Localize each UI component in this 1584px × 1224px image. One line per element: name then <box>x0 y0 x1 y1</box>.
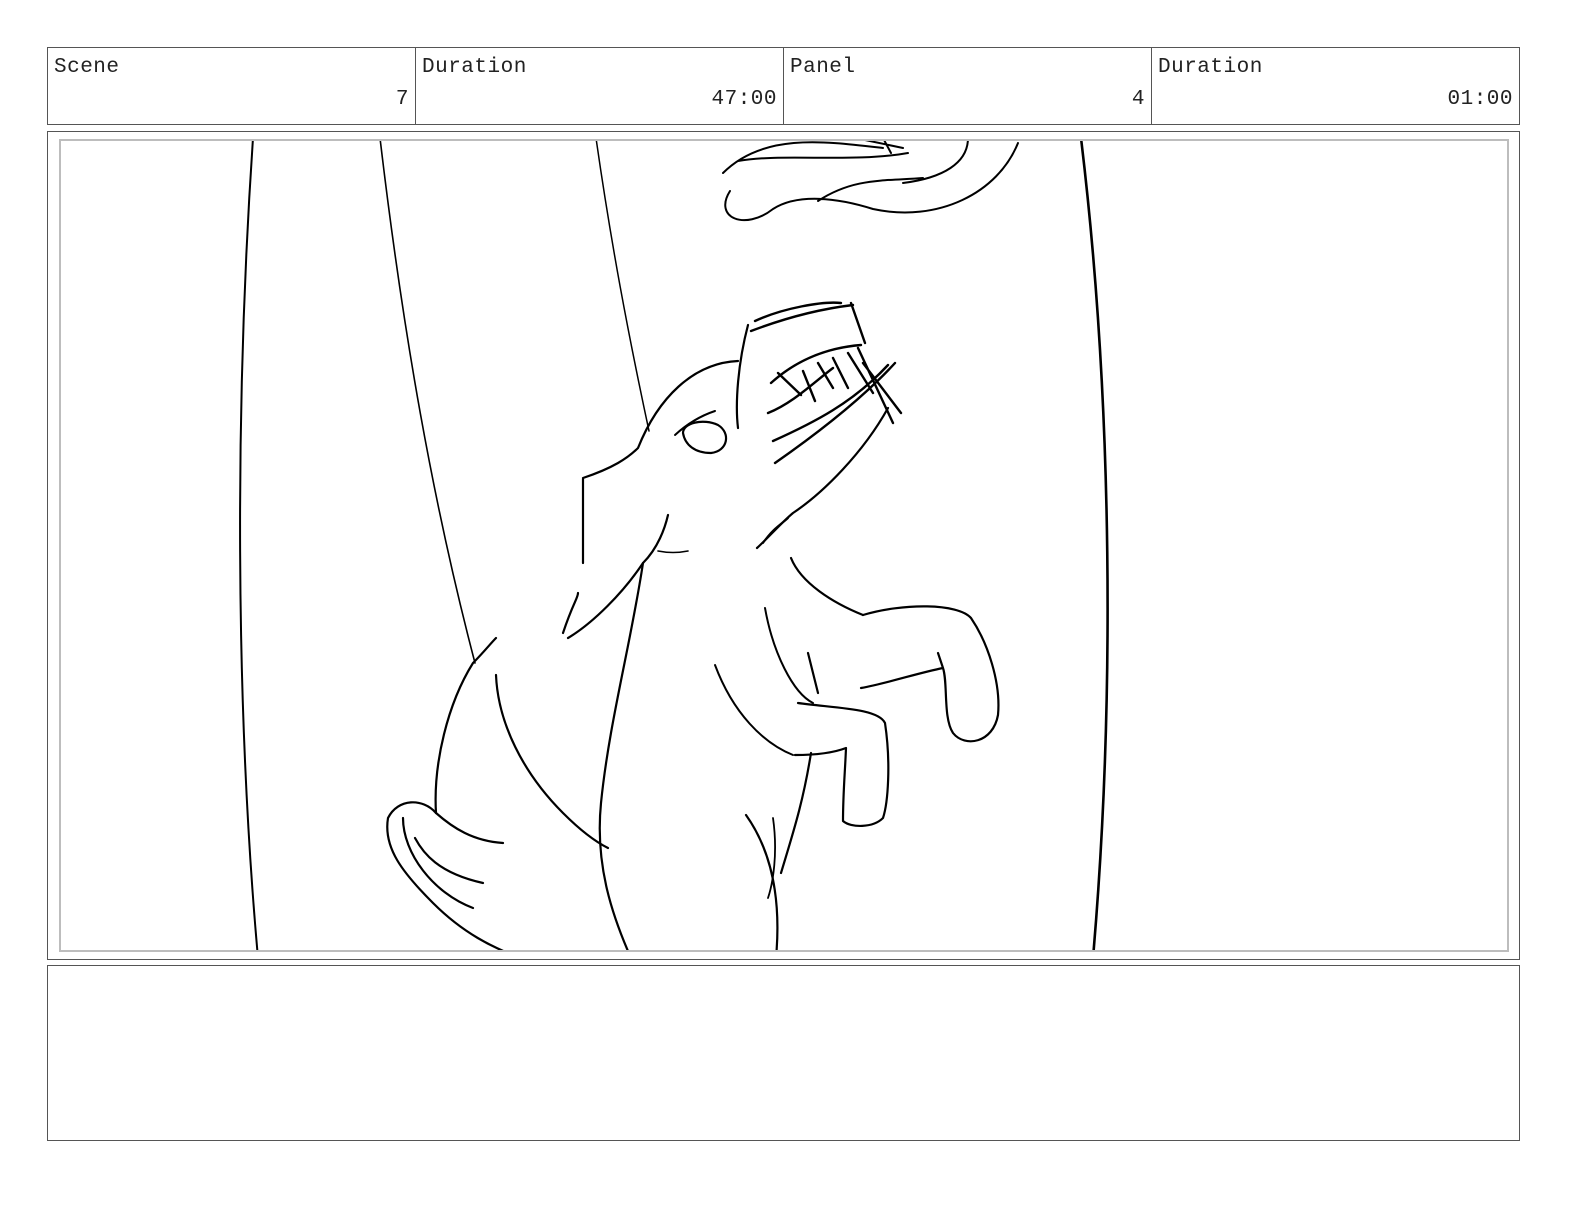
character-belly <box>744 751 813 950</box>
scene-duration-value: 47:00 <box>711 88 777 111</box>
character-back <box>598 561 645 950</box>
panel-number: 4 <box>1131 88 1145 111</box>
panel-duration-value: 01:00 <box>1447 88 1513 111</box>
panel-duration-cell: Duration 01:00 <box>1152 48 1519 124</box>
scene-duration-cell: Duration 47:00 <box>416 48 784 124</box>
storyboard-frame <box>47 131 1520 960</box>
sketch-drawing <box>239 141 1109 950</box>
drawing-area <box>59 139 1509 952</box>
scene-label: Scene <box>54 56 120 79</box>
panel-duration-label: Duration <box>1158 56 1263 79</box>
panel-header: Scene 7 Duration 47:00 Panel 4 Duration … <box>47 47 1520 125</box>
hanging-object <box>722 141 1019 222</box>
character-cheek <box>657 550 689 554</box>
scene-cell: Scene 7 <box>48 48 416 124</box>
panel-label: Panel <box>790 56 856 79</box>
background-line-left <box>239 141 259 950</box>
character-eye <box>681 420 728 455</box>
notes-box <box>47 965 1520 1141</box>
scene-duration-label: Duration <box>422 56 527 79</box>
character-neck <box>789 556 865 617</box>
character-chest <box>714 607 814 756</box>
panel-cell: Panel 4 <box>784 48 1152 124</box>
background-line-right <box>1080 141 1109 950</box>
character-right-arm <box>806 605 1000 743</box>
character-head <box>561 323 750 640</box>
scene-number: 7 <box>395 88 409 111</box>
character-mouth <box>749 301 903 465</box>
character-hind-leg <box>434 636 610 850</box>
character-foot <box>386 801 505 950</box>
background-line-mid <box>595 141 650 432</box>
background-line-mid-left <box>379 141 476 664</box>
